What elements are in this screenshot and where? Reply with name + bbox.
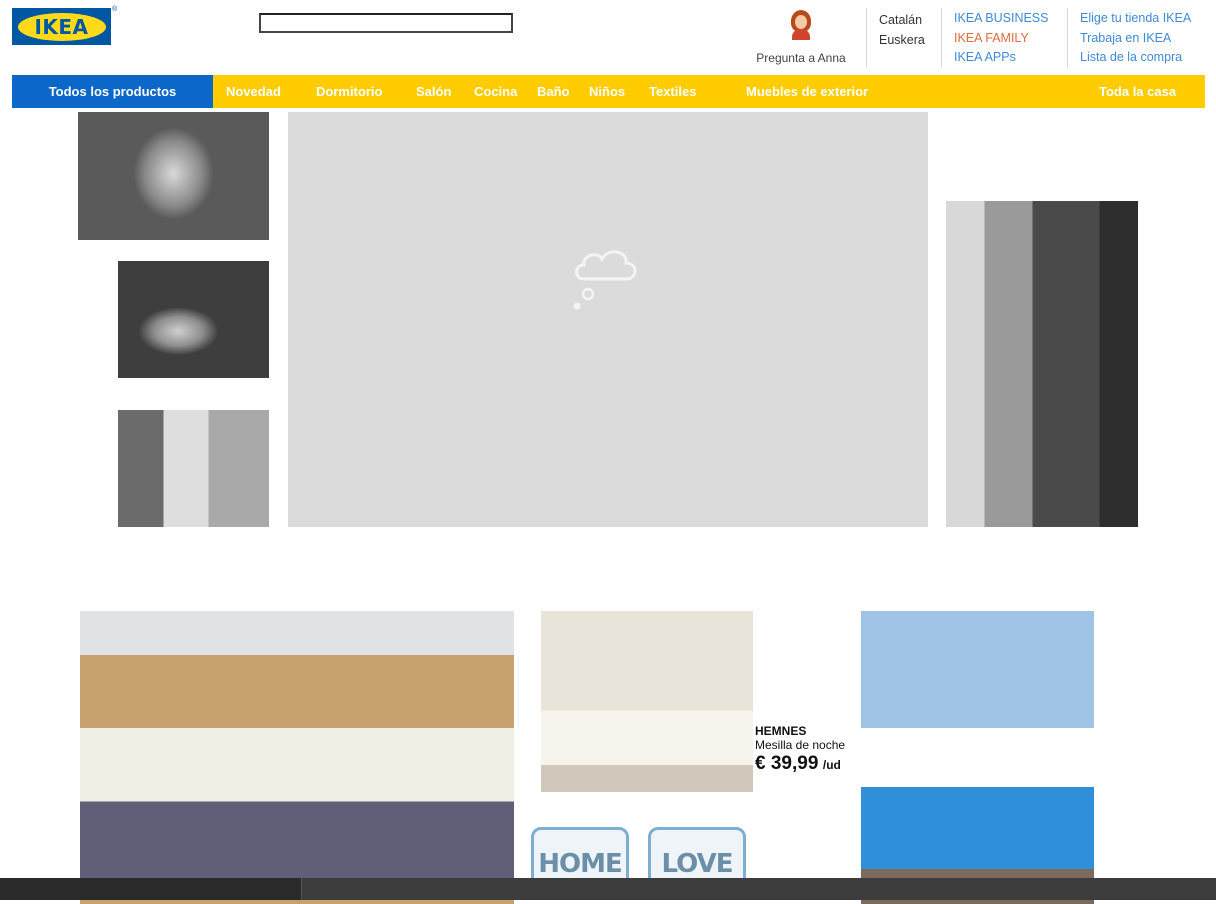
- link-shopping-list[interactable]: Lista de la compra: [1080, 48, 1191, 68]
- product-unit: /ud: [822, 758, 841, 772]
- scrollbar-thumb[interactable]: [0, 878, 302, 900]
- divider: [941, 8, 942, 68]
- nav-item-dormitorio[interactable]: Dormitorio: [316, 75, 382, 108]
- photo-hemnes-nightstand[interactable]: [541, 611, 753, 792]
- divider: [866, 8, 867, 68]
- photo-wardrobe[interactable]: [946, 201, 1138, 527]
- search-input[interactable]: [259, 13, 513, 33]
- link-ikea-apps[interactable]: IKEA APPs: [954, 48, 1048, 68]
- product-price-card[interactable]: HEMNES Mesilla de noche € 39,99 /ud: [755, 724, 845, 775]
- loading-thought-bubble-icon: [573, 250, 637, 310]
- link-work-at-ikea[interactable]: Trabaja en IKEA: [1080, 29, 1191, 49]
- product-description: Mesilla de noche: [755, 738, 846, 752]
- link-ikea-business[interactable]: IKEA BUSINESS: [954, 9, 1048, 29]
- ask-anna[interactable]: Pregunta a Anna: [746, 10, 856, 65]
- nav-item-cocina[interactable]: Cocina: [474, 75, 517, 108]
- language-links: Catalán Euskera: [879, 10, 925, 50]
- language-catalan[interactable]: Catalán: [879, 10, 925, 30]
- language-euskera[interactable]: Euskera: [879, 30, 925, 50]
- registered-mark: ®: [112, 6, 118, 13]
- product-name: HEMNES: [755, 724, 807, 738]
- photo-girl-playroom[interactable]: [861, 611, 1094, 904]
- product-price: € 39,99: [755, 753, 819, 774]
- nav-item-ninos[interactable]: Niños: [589, 75, 625, 108]
- photo-bedroom[interactable]: [80, 611, 514, 904]
- cushion-text: LOVE: [661, 848, 734, 879]
- main-slider[interactable]: [288, 112, 928, 527]
- cushion-text: HOME: [538, 848, 622, 879]
- business-links: IKEA BUSINESS IKEA FAMILY IKEA APPs: [954, 9, 1048, 68]
- nav-item-exterior[interactable]: Muebles de exterior: [746, 75, 868, 108]
- nav-item-textiles[interactable]: Textiles: [649, 75, 696, 108]
- nav-item-salon[interactable]: Salón: [416, 75, 451, 108]
- ikea-logo[interactable]: IKEA: [12, 8, 111, 45]
- nav-item-bano[interactable]: Baño: [537, 75, 570, 108]
- main-nav: Todos los productos Novedad Dormitorio S…: [12, 75, 1205, 108]
- photo-child-bonnet[interactable]: [78, 112, 269, 240]
- anna-avatar-icon: [788, 10, 814, 40]
- photo-father-and-son[interactable]: [118, 410, 269, 527]
- link-ikea-family[interactable]: IKEA FAMILY: [954, 29, 1048, 49]
- nav-all-products[interactable]: Todos los productos: [12, 75, 213, 108]
- logo-text: IKEA: [34, 14, 89, 39]
- nav-item-toda-la-casa[interactable]: Toda la casa: [1099, 75, 1176, 108]
- link-choose-store[interactable]: Elige tu tienda IKEA: [1080, 9, 1191, 29]
- store-links: Elige tu tienda IKEA Trabaja en IKEA Lis…: [1080, 9, 1191, 68]
- divider: [1067, 8, 1068, 68]
- anna-label: Pregunta a Anna: [756, 51, 846, 65]
- photo-kids-in-bed[interactable]: [118, 261, 269, 378]
- nav-item-novedad[interactable]: Novedad: [226, 75, 281, 108]
- horizontal-scrollbar[interactable]: [0, 878, 1216, 900]
